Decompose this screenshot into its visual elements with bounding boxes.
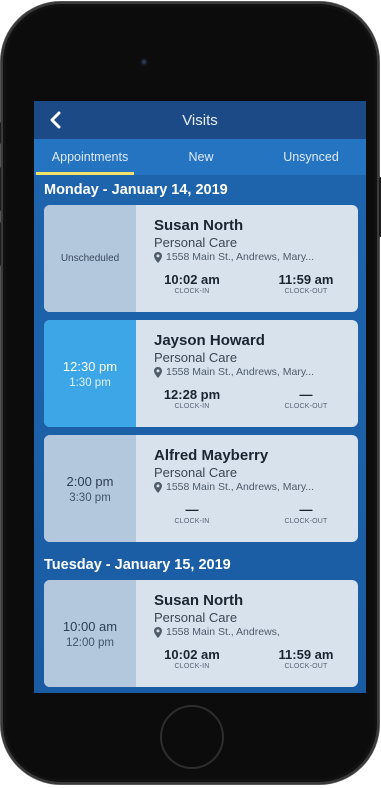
client-name: Susan North [154, 217, 244, 234]
visit-card[interactable]: 10:00 am 12:00 pm Susan North Personal C… [44, 580, 358, 687]
address: 1558 Main St., Andrews, Mary... [154, 251, 348, 263]
scheduled-end: 3:30 pm [69, 491, 111, 504]
clock-out-time: 11:59 am [278, 272, 334, 287]
service-type: Personal Care [154, 465, 238, 480]
clock-in: — CLOCK-IN [154, 502, 230, 525]
scheduled-end: 12:00 pm [66, 636, 114, 649]
visit-time-panel: 2:00 pm 3:30 pm [44, 435, 136, 542]
clock-in-time: 10:02 am [164, 272, 220, 287]
address-text: 1558 Main St., Andrews, Mary... [166, 481, 315, 493]
clock-row: 10:02 am CLOCK-IN 11:59 am CLOCK-OUT [154, 272, 348, 295]
scheduled-end: 1:30 pm [69, 376, 111, 389]
unscheduled-label: Unscheduled [60, 253, 120, 264]
day-header: Tuesday - January 15, 2019 [44, 557, 231, 573]
service-type: Personal Care [154, 350, 238, 365]
clock-in: 10:02 am CLOCK-IN [154, 647, 230, 670]
visit-card[interactable]: 12:30 pm 1:30 pm Jayson Howard Personal … [44, 320, 358, 427]
clock-in-time: 10:02 am [164, 647, 220, 662]
scheduled-start: 12:30 pm [62, 358, 118, 374]
clock-row: 12:28 pm CLOCK-IN — CLOCK-OUT [154, 387, 348, 410]
clock-out-label: CLOCK-OUT [284, 518, 328, 525]
app-screen: Visits Appointments New Unsynced Monday … [34, 101, 366, 693]
scheduled-start: 2:00 pm [66, 473, 114, 489]
visit-card[interactable]: 2:00 pm 3:30 pm Alfred Mayberry Personal… [44, 435, 358, 542]
client-name: Alfred Mayberry [154, 447, 269, 464]
location-pin-icon [154, 626, 162, 638]
visit-details: Alfred Mayberry Personal Care 1558 Main … [136, 435, 358, 542]
clock-out: 11:59 am CLOCK-OUT [268, 272, 344, 295]
visit-details: Susan North Personal Care 1558 Main St.,… [136, 580, 358, 687]
address: 1558 Main St., Andrews, [154, 626, 348, 638]
clock-out-time: 11:59 am [278, 647, 334, 662]
clock-in-label: CLOCK-IN [174, 403, 210, 410]
service-type: Personal Care [154, 235, 238, 250]
clock-out-time: — [299, 502, 313, 517]
volume-up-button [0, 167, 1, 211]
home-button[interactable] [160, 705, 224, 769]
clock-in-time: — [185, 502, 199, 517]
page-title: Visits [182, 111, 218, 129]
clock-in: 12:28 pm CLOCK-IN [154, 387, 230, 410]
address: 1558 Main St., Andrews, Mary... [154, 366, 348, 378]
address: 1558 Main St., Andrews, Mary... [154, 481, 348, 493]
visit-card[interactable]: Unscheduled Susan North Personal Care 15… [44, 205, 358, 312]
day-header: Monday - January 14, 2019 [44, 182, 228, 198]
clock-out-label: CLOCK-OUT [284, 663, 328, 670]
clock-in: 10:02 am CLOCK-IN [154, 272, 230, 295]
location-pin-icon [154, 251, 162, 263]
clock-in-time: 12:28 pm [163, 387, 221, 402]
clock-row: 10:02 am CLOCK-IN 11:59 am CLOCK-OUT [154, 647, 348, 670]
client-name: Jayson Howard [154, 332, 265, 349]
visit-time-panel: 10:00 am 12:00 pm [44, 580, 136, 687]
clock-out-time: — [299, 387, 313, 402]
clock-row: — CLOCK-IN — CLOCK-OUT [154, 502, 348, 525]
clock-in-label: CLOCK-IN [174, 288, 210, 295]
tab-unsynced[interactable]: Unsynced [256, 139, 366, 175]
visit-details: Susan North Personal Care 1558 Main St.,… [136, 205, 358, 312]
tab-bar: Appointments New Unsynced [34, 139, 366, 175]
client-name: Susan North [154, 592, 244, 609]
address-text: 1558 Main St., Andrews, Mary... [166, 366, 315, 378]
visit-list[interactable]: Monday - January 14, 2019 Unscheduled Su… [34, 175, 366, 693]
address-text: 1558 Main St., Andrews, Mary... [166, 251, 315, 263]
tab-new[interactable]: New [146, 139, 256, 175]
clock-out-label: CLOCK-OUT [284, 288, 328, 295]
back-chevron-icon[interactable] [46, 109, 66, 131]
address-text: 1558 Main St., Andrews, [166, 626, 280, 638]
clock-out: 11:59 am CLOCK-OUT [268, 647, 344, 670]
clock-out: — CLOCK-OUT [268, 502, 344, 525]
clock-out: — CLOCK-OUT [268, 387, 344, 410]
location-pin-icon [154, 481, 162, 493]
tab-appointments[interactable]: Appointments [34, 139, 146, 175]
service-type: Personal Care [154, 610, 238, 625]
nav-bar: Visits [34, 101, 366, 139]
mute-switch [0, 122, 1, 144]
scheduled-start: 10:00 am [62, 618, 118, 634]
clock-in-label: CLOCK-IN [174, 663, 210, 670]
visit-details: Jayson Howard Personal Care 1558 Main St… [136, 320, 358, 427]
volume-down-button [0, 222, 1, 266]
front-camera [139, 57, 149, 67]
clock-out-label: CLOCK-OUT [284, 403, 328, 410]
clock-in-label: CLOCK-IN [174, 518, 210, 525]
visit-time-panel: Unscheduled [44, 205, 136, 312]
visit-time-panel: 12:30 pm 1:30 pm [44, 320, 136, 427]
location-pin-icon [154, 366, 162, 378]
